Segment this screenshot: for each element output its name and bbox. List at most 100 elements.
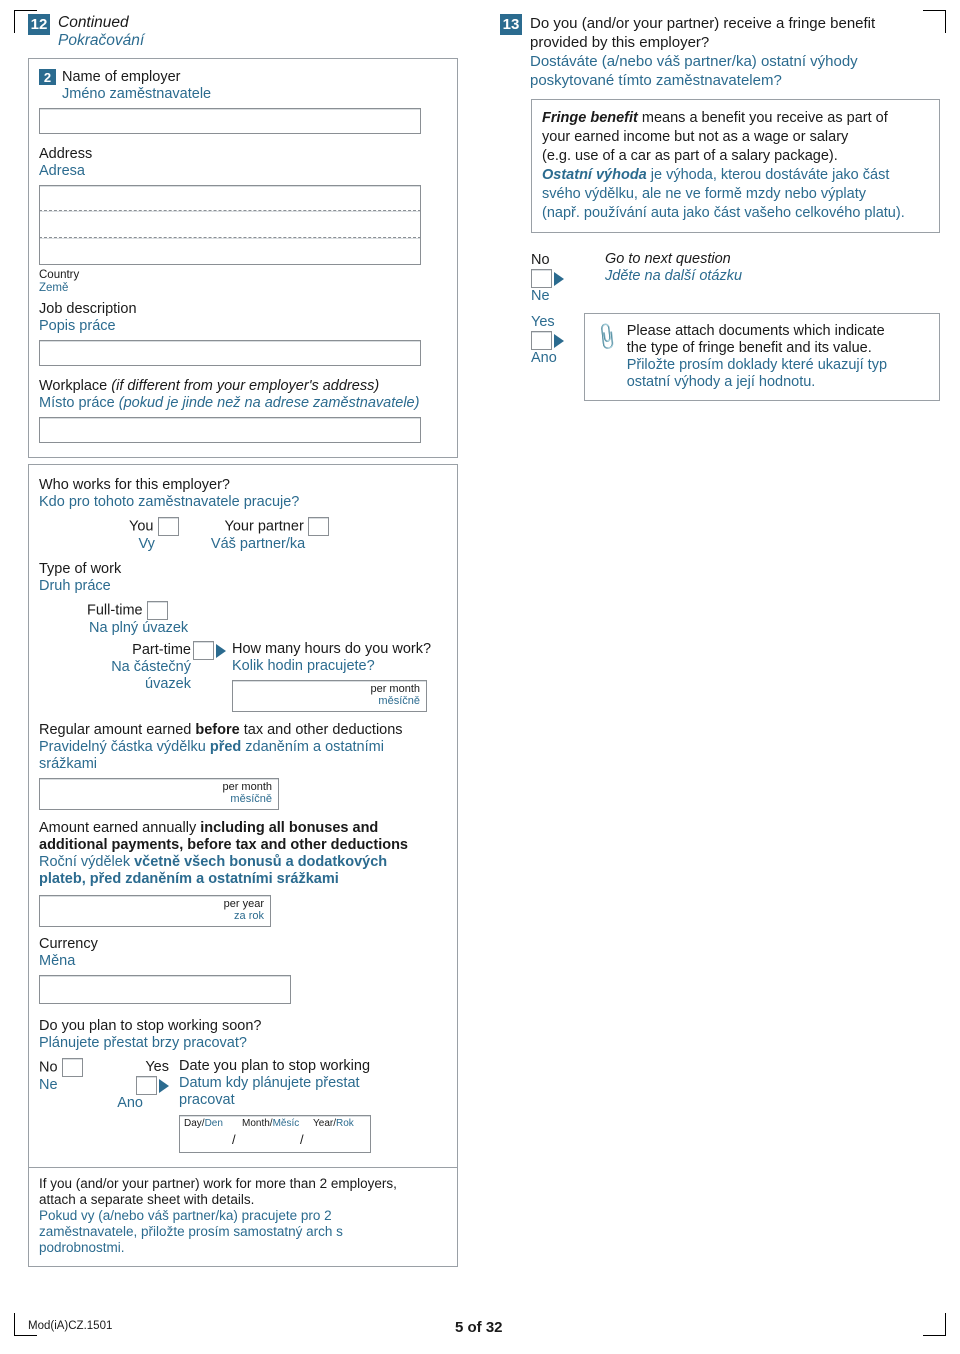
fringe-def-en-3: (e.g. use of a car as part of a salary p…	[542, 148, 838, 164]
annual-amount-input[interactable]: per year za rok	[39, 895, 271, 927]
question-12-title: Continued Pokračování	[58, 14, 144, 50]
stop-date-label-cz-2: pracovat	[179, 1092, 235, 1108]
job-description-label: Job description Popis práce	[39, 301, 447, 335]
parttime-label-cz-2: úvazek	[145, 676, 191, 692]
fringe-yes-label-cz: Ano	[531, 350, 557, 366]
fringe-definition-cz: Ostatní výhoda je výhoda, kterou dostává…	[542, 166, 929, 223]
question-13-number: 13	[500, 14, 522, 35]
year-label-cz: Rok	[335, 1118, 354, 1129]
annual-amount-label: Amount earned annually including all bon…	[39, 820, 447, 888]
fringe-no-checkbox-arrow[interactable]	[531, 269, 564, 288]
regular-amount-en-bold: before	[195, 722, 240, 738]
attach-cz-2: ostatní výhody a její hodnotu.	[626, 374, 816, 390]
parttime-label-cz-1: Na částečný	[111, 659, 191, 675]
fringe-yes-option: Yes Ano	[531, 313, 576, 367]
fringe-def-cz-2: svého výdělku, ale ne ve formě mzdy nebo…	[542, 186, 866, 202]
address-line-3-input[interactable]	[39, 238, 421, 265]
regular-amount-label: Regular amount earned before tax and oth…	[39, 722, 447, 773]
who-works-options: You Vy Your partner Váš partner/ka	[39, 517, 447, 553]
attach-documents-panel: 📎 Please attach documents which indicate…	[584, 313, 940, 401]
workplace-input[interactable]	[39, 417, 421, 443]
address-line-2-input[interactable]	[39, 210, 421, 238]
option-you: You Vy	[129, 517, 179, 553]
currency-label-en: Currency	[39, 936, 98, 952]
regular-amount-unit-cz: měsíčně	[230, 793, 272, 805]
day-label-en: Day/	[184, 1118, 205, 1129]
annual-amount-en-bold-1: including all bonuses and	[200, 820, 379, 836]
fringe-def-cz-1: je výhoda, kterou dostáváte jako část	[646, 167, 890, 183]
arrow-right-icon	[216, 643, 226, 658]
address-line-1-input[interactable]	[39, 185, 421, 210]
address-label: Address Adresa	[39, 146, 447, 180]
who-works-label-cz: Kdo pro tohoto zaměstnavatele pracuje?	[39, 494, 300, 510]
stop-working-label-en: Do you plan to stop working soon?	[39, 1018, 262, 1034]
employer-2-panel: 2 Name of employer Jméno zaměstnavatele A…	[28, 58, 458, 458]
regular-amount-en-2: tax and other deductions	[239, 722, 403, 738]
option-partner-label-cz: Váš partner/ka	[210, 536, 306, 552]
attach-en-2: the type of fringe benefit and its value…	[626, 340, 872, 356]
who-works-label: Who works for this employer? Kdo pro toh…	[39, 477, 447, 511]
regular-amount-input[interactable]: per month měsíčně	[39, 778, 279, 810]
fringe-term-cz: Ostatní výhoda	[542, 167, 647, 183]
fringe-no-action: Go to next question Jděte na další otázk…	[605, 251, 742, 285]
fringe-no-label-cz: Ne	[531, 288, 550, 304]
country-label-cz: Země	[39, 282, 69, 294]
fringe-term-en: Fringe benefit	[542, 110, 638, 126]
you-checkbox[interactable]	[157, 517, 179, 536]
currency-label: Currency Měna	[39, 936, 447, 970]
fringe-yes-checkbox-arrow[interactable]	[531, 331, 564, 350]
parttime-arrow-group	[193, 641, 226, 660]
currency-input[interactable]	[39, 975, 291, 1004]
stop-yes-label-en: Yes	[145, 1059, 169, 1075]
stop-no-label-cz: Ne	[39, 1077, 58, 1093]
employer-name-label-cz: Jméno zaměstnavatele	[62, 86, 212, 102]
annual-amount-en-bold-2: additional payments, before tax and othe…	[39, 837, 408, 853]
hours-question: How many hours do you work? Kolik hodin …	[232, 641, 431, 712]
regular-amount-unit: per month měsíčně	[222, 781, 272, 805]
note-en-2: attach a separate sheet with details.	[39, 1192, 255, 1207]
annual-amount-cz-bold-1: včetně všech bonusů a dodatkových	[134, 854, 388, 870]
stop-date-group: Date you plan to stop working Datum kdy …	[179, 1058, 371, 1153]
question-13-en-1: Do you (and/or your partner) receive a f…	[530, 15, 876, 32]
fulltime-checkbox[interactable]	[147, 601, 169, 620]
fulltime-label-cz: Na plný úvazek	[89, 620, 189, 636]
question-12-title-cz: Pokračování	[58, 32, 145, 49]
employer-name-input[interactable]	[39, 108, 421, 134]
date-separator-2: /	[300, 1132, 304, 1147]
hours-question-cz: Kolik hodin pracujete?	[232, 658, 375, 674]
job-description-label-en: Job description	[39, 301, 137, 317]
day-label-cz: Den	[204, 1118, 223, 1129]
option-you-label-en: You	[129, 518, 154, 535]
parttime-option: Part-time Na částečný úvazek	[39, 641, 191, 693]
stop-yes-checkbox-arrow[interactable]	[136, 1076, 169, 1095]
annual-amount-unit-cz: za rok	[234, 910, 264, 922]
job-description-label-cz: Popis práce	[39, 318, 116, 334]
form-page: 12 Continued Pokračování 2 Name of employ…	[0, 0, 960, 1354]
hours-input[interactable]: per month měsíčně	[232, 680, 427, 712]
stop-date-label-en: Date you plan to stop working	[179, 1058, 371, 1074]
form-code: Mod(iA)CZ.1501	[28, 1320, 113, 1332]
question-13-cz-2: poskytované tímto zaměstnavatelem?	[530, 72, 782, 89]
partner-checkbox[interactable]	[308, 517, 330, 536]
year-label-en: Year/	[313, 1118, 336, 1129]
country-label: Country Země	[39, 269, 447, 295]
stop-date-input[interactable]: Day/Den Month/Měsíc Year/Rok / /	[179, 1115, 371, 1153]
job-description-input[interactable]	[39, 340, 421, 366]
type-of-work-label-cz: Druh práce	[39, 578, 111, 594]
fringe-benefit-definition-panel: Fringe benefit means a benefit you recei…	[531, 99, 940, 233]
regular-amount-cz-1: Pravidelný částka výdělku	[39, 739, 210, 755]
goto-next-cz: Jděte na další otázku	[605, 268, 743, 284]
regular-amount-cz-2: zdaněním a ostatními	[241, 739, 384, 755]
parttime-checkbox-arrow[interactable]	[193, 641, 226, 660]
paperclip-icon: 📎	[590, 322, 623, 353]
type-of-work-label: Type of work Druh práce	[39, 561, 447, 595]
workplace-label-en: Workplace	[39, 378, 112, 394]
fringe-def-en-1: means a benefit you receive as part of	[637, 110, 888, 126]
option-you-label-cz: Vy	[138, 536, 155, 552]
crop-mark-bottom-right	[923, 1313, 946, 1336]
date-separator-1: /	[232, 1132, 236, 1147]
workplace-label: Workplace (if different from your employ…	[39, 378, 447, 412]
stop-no-checkbox[interactable]	[62, 1058, 83, 1077]
fringe-no-option: No Ne	[531, 251, 579, 305]
month-label: Month/Měsíc	[242, 1118, 299, 1130]
